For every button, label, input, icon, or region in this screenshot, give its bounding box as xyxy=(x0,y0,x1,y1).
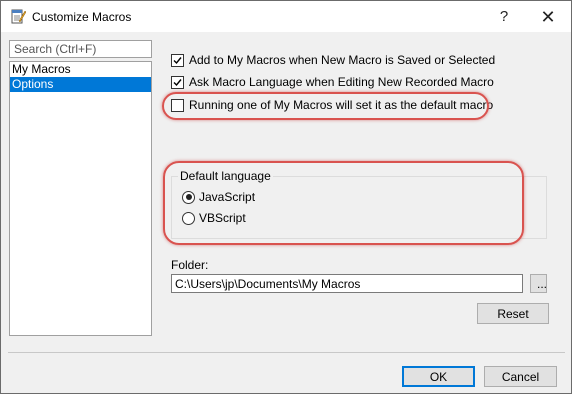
reset-button[interactable]: Reset xyxy=(477,303,549,324)
default-language-groupbox xyxy=(171,176,547,239)
cancel-button[interactable]: Cancel xyxy=(484,366,557,387)
add-to-my-macros-checkbox[interactable] xyxy=(171,53,184,67)
javascript-radio-button[interactable] xyxy=(182,190,195,204)
ask-macro-language-checkbox[interactable] xyxy=(171,75,184,89)
title-bar[interactable]: Customize Macros ? ✕ xyxy=(1,1,571,32)
add-to-my-macros-option[interactable]: Add to My Macros when New Macro is Saved… xyxy=(171,52,495,68)
notepad-app-icon xyxy=(10,8,27,24)
window-title: Customize Macros xyxy=(32,10,132,24)
folder-label: Folder: xyxy=(171,258,209,272)
list-item-my-macros[interactable]: My Macros xyxy=(10,62,151,77)
vbscript-label: VBScript xyxy=(199,211,246,225)
customize-macros-dialog: Customize Macros ? ✕ My Macros Options A… xyxy=(0,0,572,394)
footer-divider xyxy=(8,352,565,353)
running-sets-default-checkbox[interactable] xyxy=(171,98,184,112)
folder-path-input[interactable] xyxy=(171,274,523,293)
browse-folder-button[interactable]: ... xyxy=(530,274,547,293)
search-input[interactable] xyxy=(9,40,152,58)
ask-macro-language-label: Ask Macro Language when Editing New Reco… xyxy=(189,75,494,89)
vbscript-radio-button[interactable] xyxy=(182,211,195,225)
ask-macro-language-option[interactable]: Ask Macro Language when Editing New Reco… xyxy=(171,74,494,90)
radio-javascript[interactable]: JavaScript xyxy=(182,189,255,205)
help-button[interactable]: ? xyxy=(491,5,517,29)
close-button[interactable]: ✕ xyxy=(533,5,563,29)
ok-button[interactable]: OK xyxy=(402,366,475,387)
javascript-label: JavaScript xyxy=(199,190,256,204)
radio-vbscript[interactable]: VBScript xyxy=(182,210,246,226)
list-item-options[interactable]: Options xyxy=(10,77,151,92)
add-to-my-macros-label: Add to My Macros when New Macro is Saved… xyxy=(189,53,496,67)
category-list: My Macros Options xyxy=(9,61,152,336)
default-language-title: Default language xyxy=(178,169,273,183)
running-sets-default-option[interactable]: Running one of My Macros will set it as … xyxy=(171,97,493,113)
running-sets-default-label: Running one of My Macros will set it as … xyxy=(189,98,494,112)
